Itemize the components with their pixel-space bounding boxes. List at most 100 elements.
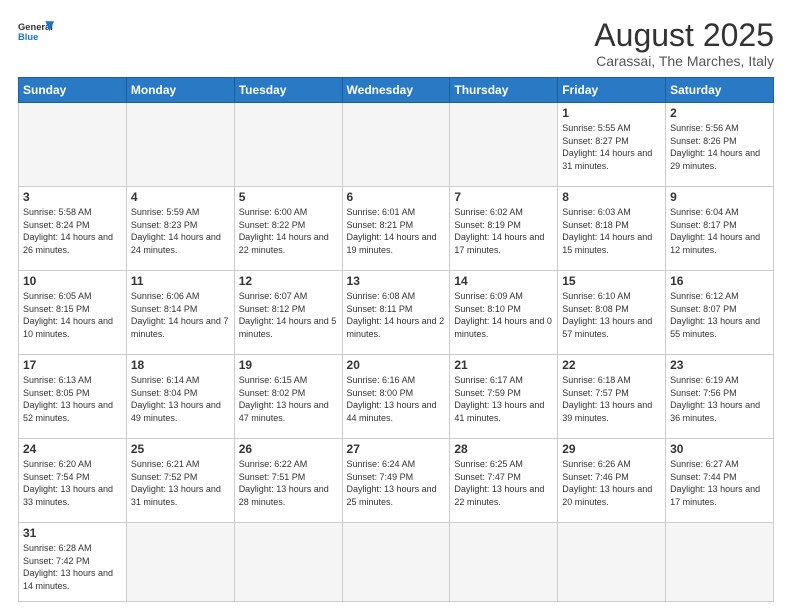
day-number: 14 bbox=[454, 274, 553, 288]
day-info: Sunrise: 6:20 AM Sunset: 7:54 PM Dayligh… bbox=[23, 458, 122, 508]
day-number: 4 bbox=[131, 190, 230, 204]
day-info: Sunrise: 6:18 AM Sunset: 7:57 PM Dayligh… bbox=[562, 374, 661, 424]
day-number: 10 bbox=[23, 274, 122, 288]
calendar-cell bbox=[666, 522, 774, 601]
day-number: 25 bbox=[131, 442, 230, 456]
weekday-header-row: Sunday Monday Tuesday Wednesday Thursday… bbox=[19, 78, 774, 103]
calendar-cell: 25 Sunrise: 6:21 AM Sunset: 7:52 PM Dayli… bbox=[126, 439, 234, 523]
day-info: Sunrise: 6:22 AM Sunset: 7:51 PM Dayligh… bbox=[239, 458, 338, 508]
header-sunday: Sunday bbox=[19, 78, 127, 103]
calendar-cell: 23Sunrise: 6:19 AM Sunset: 7:56 PM Dayli… bbox=[666, 355, 774, 439]
day-info: Sunrise: 6:06 AM Sunset: 8:14 PM Dayligh… bbox=[131, 290, 230, 340]
page: General Blue August 2025 Carassai, The M… bbox=[0, 0, 792, 612]
day-number: 2 bbox=[670, 106, 769, 120]
day-info: Sunrise: 6:10 AM Sunset: 8:08 PM Dayligh… bbox=[562, 290, 661, 340]
day-info: Sunrise: 5:59 AM Sunset: 8:23 PM Dayligh… bbox=[131, 206, 230, 256]
day-info: Sunrise: 6:05 AM Sunset: 8:15 PM Dayligh… bbox=[23, 290, 122, 340]
calendar-cell: 2 Sunrise: 5:56 AM Sunset: 8:26 PM Daylig… bbox=[666, 103, 774, 187]
calendar-cell: 3 Sunrise: 5:58 AM Sunset: 8:24 PM Daylig… bbox=[19, 187, 127, 271]
day-number: 18 bbox=[131, 358, 230, 372]
day-info: Sunrise: 6:17 AM Sunset: 7:59 PM Dayligh… bbox=[454, 374, 553, 424]
day-number: 27 bbox=[347, 442, 446, 456]
calendar-cell: 1Sunrise: 5:55 AM Sunset: 8:27 PM Daylig… bbox=[558, 103, 666, 187]
svg-text:Blue: Blue bbox=[18, 32, 38, 42]
calendar-cell: 10 Sunrise: 6:05 AM Sunset: 8:15 PM Dayli… bbox=[19, 271, 127, 355]
header-saturday: Saturday bbox=[666, 78, 774, 103]
calendar-cell: 18 Sunrise: 6:14 AM Sunset: 8:04 PM Dayli… bbox=[126, 355, 234, 439]
calendar-table: Sunday Monday Tuesday Wednesday Thursday… bbox=[18, 77, 774, 602]
day-number: 20 bbox=[347, 358, 446, 372]
day-info: Sunrise: 6:13 AM Sunset: 8:05 PM Dayligh… bbox=[23, 374, 122, 424]
calendar-cell bbox=[126, 522, 234, 601]
generalblue-logo-icon: General Blue bbox=[18, 18, 54, 46]
calendar-cell: 7Sunrise: 6:02 AM Sunset: 8:19 PM Daylig… bbox=[450, 187, 558, 271]
day-info: Sunrise: 5:56 AM Sunset: 8:26 PM Dayligh… bbox=[670, 122, 769, 172]
day-number: 26 bbox=[239, 442, 338, 456]
header-tuesday: Tuesday bbox=[234, 78, 342, 103]
calendar-cell: 9Sunrise: 6:04 AM Sunset: 8:17 PM Daylig… bbox=[666, 187, 774, 271]
calendar-cell bbox=[342, 522, 450, 601]
calendar-cell: 17Sunrise: 6:13 AM Sunset: 8:05 PM Dayli… bbox=[19, 355, 127, 439]
day-info: Sunrise: 6:14 AM Sunset: 8:04 PM Dayligh… bbox=[131, 374, 230, 424]
calendar-cell: 14 Sunrise: 6:09 AM Sunset: 8:10 PM Dayli… bbox=[450, 271, 558, 355]
day-number: 7 bbox=[454, 190, 553, 204]
day-info: Sunrise: 6:16 AM Sunset: 8:00 PM Dayligh… bbox=[347, 374, 446, 424]
header-wednesday: Wednesday bbox=[342, 78, 450, 103]
day-number: 30 bbox=[670, 442, 769, 456]
calendar-cell: 13 Sunrise: 6:08 AM Sunset: 8:11 PM Dayli… bbox=[342, 271, 450, 355]
day-info: Sunrise: 6:03 AM Sunset: 8:18 PM Dayligh… bbox=[562, 206, 661, 256]
day-info: Sunrise: 5:58 AM Sunset: 8:24 PM Dayligh… bbox=[23, 206, 122, 256]
calendar-cell bbox=[558, 522, 666, 601]
day-number: 12 bbox=[239, 274, 338, 288]
day-info: Sunrise: 6:26 AM Sunset: 7:46 PM Dayligh… bbox=[562, 458, 661, 508]
calendar-cell bbox=[126, 103, 234, 187]
day-number: 16 bbox=[670, 274, 769, 288]
day-info: Sunrise: 6:15 AM Sunset: 8:02 PM Dayligh… bbox=[239, 374, 338, 424]
day-info: Sunrise: 6:00 AM Sunset: 8:22 PM Dayligh… bbox=[239, 206, 338, 256]
day-number: 3 bbox=[23, 190, 122, 204]
calendar-cell: 26 Sunrise: 6:22 AM Sunset: 7:51 PM Dayli… bbox=[234, 439, 342, 523]
day-number: 22 bbox=[562, 358, 661, 372]
day-number: 21 bbox=[454, 358, 553, 372]
month-year-title: August 2025 bbox=[594, 18, 774, 53]
day-info: Sunrise: 6:09 AM Sunset: 8:10 PM Dayligh… bbox=[454, 290, 553, 340]
day-number: 6 bbox=[347, 190, 446, 204]
calendar-cell: 6 Sunrise: 6:01 AM Sunset: 8:21 PM Daylig… bbox=[342, 187, 450, 271]
calendar-cell: 5 Sunrise: 6:00 AM Sunset: 8:22 PM Daylig… bbox=[234, 187, 342, 271]
calendar-cell: 29Sunrise: 6:26 AM Sunset: 7:46 PM Dayli… bbox=[558, 439, 666, 523]
day-info: Sunrise: 6:07 AM Sunset: 8:12 PM Dayligh… bbox=[239, 290, 338, 340]
day-info: Sunrise: 6:21 AM Sunset: 7:52 PM Dayligh… bbox=[131, 458, 230, 508]
day-number: 11 bbox=[131, 274, 230, 288]
day-number: 31 bbox=[23, 526, 122, 540]
calendar-cell: 27 Sunrise: 6:24 AM Sunset: 7:49 PM Dayli… bbox=[342, 439, 450, 523]
header-friday: Friday bbox=[558, 78, 666, 103]
day-info: Sunrise: 6:24 AM Sunset: 7:49 PM Dayligh… bbox=[347, 458, 446, 508]
calendar-cell bbox=[342, 103, 450, 187]
day-number: 23 bbox=[670, 358, 769, 372]
day-number: 5 bbox=[239, 190, 338, 204]
day-info: Sunrise: 6:08 AM Sunset: 8:11 PM Dayligh… bbox=[347, 290, 446, 340]
header: General Blue August 2025 Carassai, The M… bbox=[18, 18, 774, 69]
calendar-cell bbox=[19, 103, 127, 187]
calendar-cell: 8 Sunrise: 6:03 AM Sunset: 8:18 PM Daylig… bbox=[558, 187, 666, 271]
calendar-cell bbox=[234, 103, 342, 187]
day-number: 8 bbox=[562, 190, 661, 204]
day-info: Sunrise: 6:04 AM Sunset: 8:17 PM Dayligh… bbox=[670, 206, 769, 256]
day-number: 24 bbox=[23, 442, 122, 456]
calendar-cell: 30 Sunrise: 6:27 AM Sunset: 7:44 PM Dayli… bbox=[666, 439, 774, 523]
calendar-cell bbox=[234, 522, 342, 601]
calendar-cell: 24 Sunrise: 6:20 AM Sunset: 7:54 PM Dayli… bbox=[19, 439, 127, 523]
calendar-cell: 15Sunrise: 6:10 AM Sunset: 8:08 PM Dayli… bbox=[558, 271, 666, 355]
calendar-cell: 28Sunrise: 6:25 AM Sunset: 7:47 PM Dayli… bbox=[450, 439, 558, 523]
day-info: Sunrise: 6:28 AM Sunset: 7:42 PM Dayligh… bbox=[23, 542, 122, 592]
header-thursday: Thursday bbox=[450, 78, 558, 103]
day-info: Sunrise: 6:27 AM Sunset: 7:44 PM Dayligh… bbox=[670, 458, 769, 508]
day-number: 13 bbox=[347, 274, 446, 288]
day-number: 28 bbox=[454, 442, 553, 456]
calendar-cell: 22 Sunrise: 6:18 AM Sunset: 7:57 PM Dayli… bbox=[558, 355, 666, 439]
calendar-cell bbox=[450, 103, 558, 187]
day-info: Sunrise: 5:55 AM Sunset: 8:27 PM Dayligh… bbox=[562, 122, 661, 172]
calendar-cell: 21 Sunrise: 6:17 AM Sunset: 7:59 PM Dayli… bbox=[450, 355, 558, 439]
calendar-cell: 19Sunrise: 6:15 AM Sunset: 8:02 PM Dayli… bbox=[234, 355, 342, 439]
day-info: Sunrise: 6:01 AM Sunset: 8:21 PM Dayligh… bbox=[347, 206, 446, 256]
